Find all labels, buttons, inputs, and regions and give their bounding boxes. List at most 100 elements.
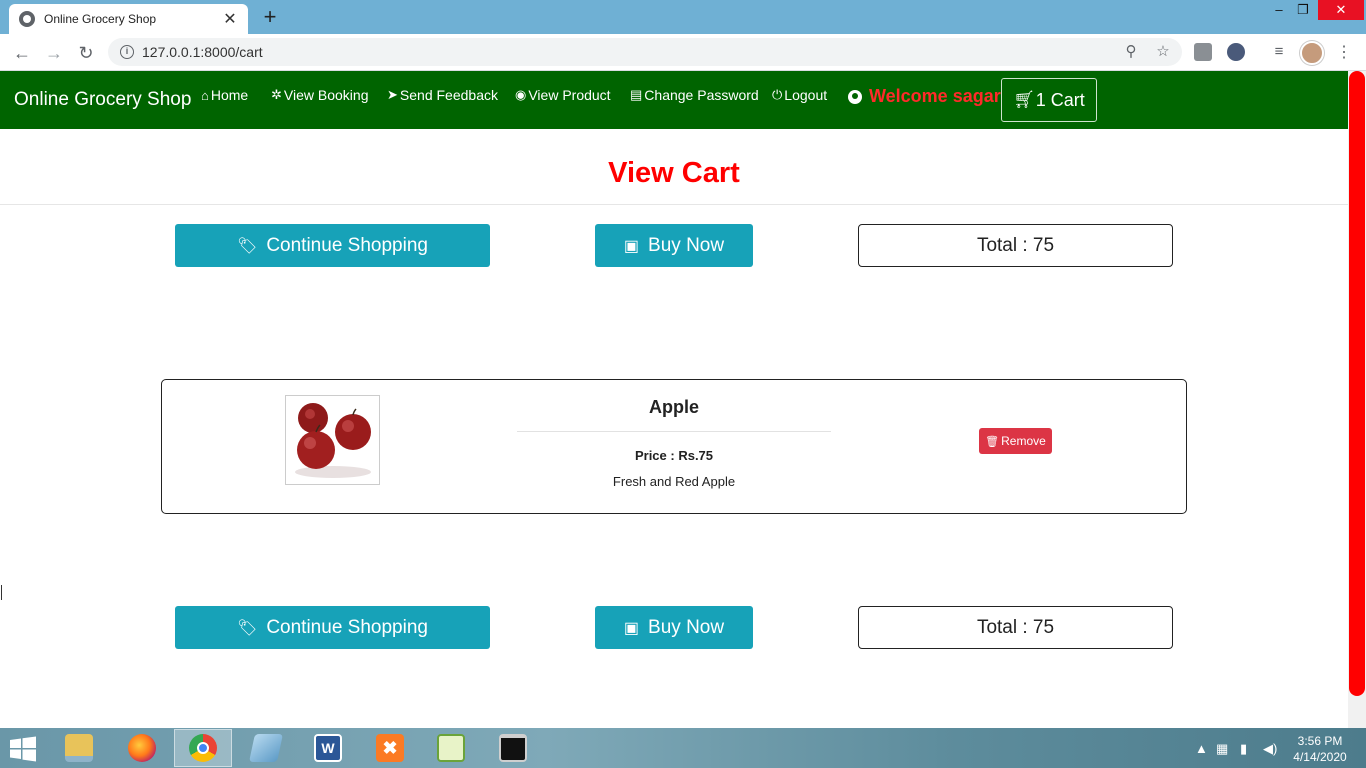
total-display-top: Total : 75 (858, 224, 1173, 267)
chrome-icon (189, 734, 217, 762)
product-description: Fresh and Red Apple (612, 474, 736, 489)
reload-icon[interactable]: ↻ (74, 41, 98, 65)
text-caret (1, 585, 2, 600)
cart-button[interactable]: 🛒︎ 1 Cart (1001, 78, 1097, 122)
taskbar-clock[interactable]: 3:56 PM 4/14/2020 (1290, 733, 1350, 765)
home-icon: ⌂ (201, 87, 209, 103)
word-icon: W (314, 734, 342, 762)
xampp-icon: ✖ (376, 734, 404, 762)
total-display-bottom: Total : 75 (858, 606, 1173, 649)
product-image (285, 395, 380, 485)
notepad-icon (249, 734, 283, 762)
continue-shopping-button-top[interactable]: 🏷︎ Continue Shopping (175, 224, 490, 267)
nav-logout-label: Logout (784, 87, 828, 103)
continue-shopping-label: Continue Shopping (266, 616, 428, 638)
clock-time: 3:56 PM (1297, 734, 1343, 748)
site-navbar: Online Grocery Shop ⌂ Home ✲ View Bookin… (0, 71, 1348, 129)
send-icon: ➤ (387, 87, 398, 102)
shopping-cart-icon: 🛒︎ (1013, 90, 1035, 109)
scrollbar-thumb[interactable] (1349, 71, 1365, 696)
profile-avatar[interactable] (1300, 41, 1324, 65)
taskbar-notepad-plus-plus[interactable] (422, 729, 480, 767)
taskbar-file-explorer[interactable] (50, 729, 108, 767)
tab-title: Online Grocery Shop (44, 12, 157, 26)
taskbar-xampp[interactable]: ✖ (361, 729, 419, 767)
tag-icon: 🏷︎ (237, 619, 258, 637)
power-status-icon[interactable]: ▮ (1240, 741, 1247, 757)
buy-now-label: Buy Now (648, 234, 725, 256)
trash-icon: 🗑︎ (985, 435, 1000, 448)
remove-label: Remove (1001, 434, 1046, 448)
notepad-plus-plus-icon (437, 734, 465, 762)
nav-send-feedback-label: Send Feedback (399, 87, 498, 103)
media-queue-icon[interactable]: ≡ (1270, 43, 1288, 61)
apple-image (286, 396, 379, 484)
buy-now-label: Buy Now (648, 616, 725, 638)
nav-view-booking[interactable]: ✲ View Booking (271, 87, 368, 103)
taskbar-chrome[interactable] (174, 729, 232, 767)
nav-home[interactable]: ⌂ Home (201, 87, 248, 103)
zoom-icon[interactable]: ⚲ (1122, 43, 1140, 61)
product-name: Apple (648, 397, 699, 417)
file-icon: ▤ (630, 87, 643, 102)
welcome-text: Welcome sagar (869, 86, 1001, 106)
nav-view-product[interactable]: ◉ View Product (515, 87, 611, 103)
new-tab-button[interactable]: + (258, 5, 282, 29)
user-circle-icon (848, 89, 862, 104)
buy-now-button-top[interactable]: ▣ Buy Now (595, 224, 753, 267)
clock-date: 4/14/2020 (1293, 750, 1347, 764)
brand-logo[interactable]: Online Grocery Shop (14, 89, 191, 111)
globe-icon (19, 11, 35, 27)
product-divider (517, 431, 831, 432)
taskbar-command-prompt[interactable] (484, 729, 542, 767)
buy-now-button-bottom[interactable]: ▣ Buy Now (595, 606, 753, 649)
extension-cube-icon[interactable] (1194, 43, 1212, 61)
remove-button[interactable]: 🗑︎ Remove (979, 428, 1052, 454)
nav-change-password-label: Change Password (644, 87, 759, 103)
browser-toolbar: ← → ↻ i 127.0.0.1:8000/cart ⚲ ☆ ≡ (0, 34, 1366, 71)
taskbar-notepad[interactable] (237, 729, 295, 767)
nav-view-product-label: View Product (528, 87, 611, 103)
maximize-button[interactable]: ❐ (1290, 0, 1316, 20)
browser-tab-bar: Online Grocery Shop ✕ + – ❐ ✕ (0, 0, 1366, 34)
volume-icon[interactable]: ◀) (1263, 741, 1277, 757)
continue-shopping-label: Continue Shopping (266, 234, 428, 256)
taskbar: W ✖ (0, 728, 1366, 768)
nav-view-booking-label: View Booking (283, 87, 369, 103)
extension-cursor-icon[interactable] (1227, 43, 1245, 61)
product-price: Price : Rs.75 (634, 448, 714, 463)
divider (0, 204, 1348, 205)
tab-close-icon[interactable]: ✕ (222, 9, 238, 29)
back-arrow-icon[interactable]: ← (10, 41, 34, 65)
power-icon: ⏻ (772, 87, 783, 102)
cart-item-card: Apple Price : Rs.75 Fresh and Red Apple … (161, 379, 1187, 514)
continue-shopping-button-bottom[interactable]: 🏷︎ Continue Shopping (175, 606, 490, 649)
bookmark-star-icon[interactable]: ☆ (1154, 43, 1172, 61)
money-icon: ▣ (623, 237, 640, 255)
site-info-icon[interactable]: i (120, 45, 134, 59)
eye-icon: ◉ (515, 87, 527, 102)
nav-home-label: Home (210, 87, 249, 103)
folder-icon (65, 734, 93, 762)
welcome-message: Welcome sagar (848, 86, 1001, 107)
nav-change-password[interactable]: ▤ Change Password (630, 87, 759, 103)
close-window-button[interactable]: ✕ (1318, 0, 1364, 20)
taskbar-firefox[interactable] (113, 729, 171, 767)
page-title: View Cart (608, 157, 740, 189)
browser-tab[interactable]: Online Grocery Shop ✕ (9, 4, 248, 34)
minimize-button[interactable]: – (1266, 0, 1292, 20)
windows-start-icon[interactable] (8, 736, 38, 762)
forward-arrow-icon[interactable]: → (42, 41, 66, 65)
address-bar[interactable]: i 127.0.0.1:8000/cart (108, 38, 1182, 66)
network-icon[interactable]: ▦ (1216, 741, 1228, 757)
cart-label: 1 Cart (1035, 89, 1085, 110)
gear-icon: ✲ (271, 87, 282, 102)
nav-send-feedback[interactable]: ➤ Send Feedback (387, 87, 498, 103)
nav-logout[interactable]: ⏻ Logout (772, 87, 827, 103)
taskbar-word[interactable]: W (299, 729, 357, 767)
command-prompt-icon (499, 734, 527, 762)
tag-icon: 🏷︎ (237, 237, 258, 255)
menu-kebab-icon[interactable]: ⋮ (1336, 40, 1352, 66)
show-hidden-icons[interactable]: ▲ (1195, 741, 1208, 756)
address-url[interactable]: 127.0.0.1:8000/cart (142, 44, 263, 60)
